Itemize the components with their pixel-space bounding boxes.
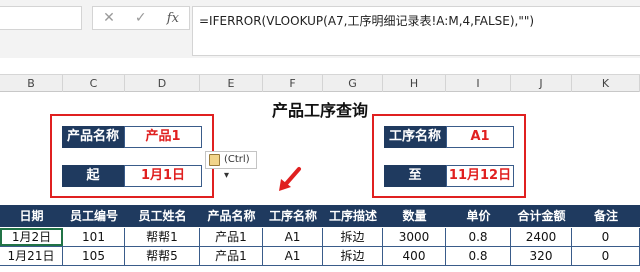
table-cell-selected[interactable]: 1月2日 [0,228,63,246]
table-cell[interactable]: 产品1 [200,247,263,265]
table-cell[interactable]: 320 [511,247,572,265]
formula-bar: ✕ ✓ fx =IFERROR(VLOOKUP(A7,工序明细记录表!A:M,4… [0,0,640,58]
table-cell[interactable]: 帮帮1 [125,228,200,246]
column-header-b[interactable]: B [0,75,63,92]
red-arrow-icon [279,167,301,191]
table-cell[interactable]: 帮帮5 [125,247,200,265]
header-cell: 工序名称 [268,209,317,223]
paste-options-label: (Ctrl) [224,154,250,165]
column-header-k[interactable]: K [572,75,640,92]
header-cell: 工序描述 [328,209,377,223]
header-cell: 数量 [402,209,427,223]
table-header: 日期 员工编号 员工姓名 产品名称 工序名称 工序描述 数量 单价 合计金额 备… [0,205,640,227]
table-row: 1月2日 101 帮帮1 产品1 A1 拆边 3000 0.8 2400 0 [0,228,640,247]
table-cell[interactable]: 拆边 [323,228,383,246]
table-cell[interactable]: 2400 [511,228,572,246]
column-header-d[interactable]: D [125,75,200,92]
table-cell[interactable]: 拆边 [323,247,383,265]
header-cell: 员工姓名 [138,209,187,223]
start-date-input[interactable]: 1月1日 [124,165,202,187]
column-header-bar: B C D E F G H I J K [0,74,640,92]
table-cell[interactable]: 105 [63,247,125,265]
table-cell[interactable]: 1月21日 [0,247,63,265]
table-cell[interactable]: A1 [263,247,323,265]
worksheet[interactable]: 产品工序查询 产品名称 产品1 起 1月1日 工序名称 A1 至 11月12日 … [0,92,640,272]
table-cell[interactable]: A1 [263,228,323,246]
process-name-label: 工序名称 [384,126,446,148]
table-cell[interactable]: 101 [63,228,125,246]
table-cell[interactable]: 400 [383,247,446,265]
table-cell[interactable]: 0 [572,228,640,246]
header-cell: 产品名称 [207,209,256,223]
chevron-down-icon: ▾ [224,170,230,181]
product-name-label: 产品名称 [62,126,124,148]
header-cell: 备注 [593,209,618,223]
formula-input[interactable]: =IFERROR(VLOOKUP(A7,工序明细记录表!A:M,4,FALSE)… [192,6,640,56]
end-date-input[interactable]: 11月12日 [446,165,514,187]
header-cell: 单价 [466,209,491,223]
column-header-f[interactable]: F [263,75,323,92]
table-cell[interactable]: 0 [572,247,640,265]
cancel-icon[interactable]: ✕ [103,11,115,25]
header-cell: 员工编号 [69,209,118,223]
column-header-c[interactable]: C [63,75,125,92]
process-name-input[interactable]: A1 [446,126,514,148]
name-box[interactable] [0,6,82,30]
header-cell: 日期 [19,209,44,223]
table-cell[interactable]: 0.8 [446,247,511,265]
insert-function-icon[interactable]: fx [167,12,179,25]
table-cell[interactable]: 3000 [383,228,446,246]
header-cell: 合计金额 [517,209,566,223]
formula-controls: ✕ ✓ fx [92,6,190,30]
enter-icon[interactable]: ✓ [135,11,147,25]
clipboard-icon [209,154,220,166]
start-date-label: 起 [62,165,124,187]
paste-options-button[interactable]: (Ctrl) ▾ [205,151,257,181]
product-name-input[interactable]: 产品1 [124,126,202,148]
table-row: 1月21日 105 帮帮5 产品1 A1 拆边 400 0.8 320 0 [0,247,640,266]
column-header-e[interactable]: E [200,75,263,92]
column-header-g[interactable]: G [323,75,383,92]
end-date-label: 至 [384,165,446,187]
table-cell[interactable]: 0.8 [446,228,511,246]
column-header-h[interactable]: H [383,75,446,92]
column-header-i[interactable]: I [446,75,511,92]
column-header-j[interactable]: J [511,75,572,92]
table-cell[interactable]: 产品1 [200,228,263,246]
